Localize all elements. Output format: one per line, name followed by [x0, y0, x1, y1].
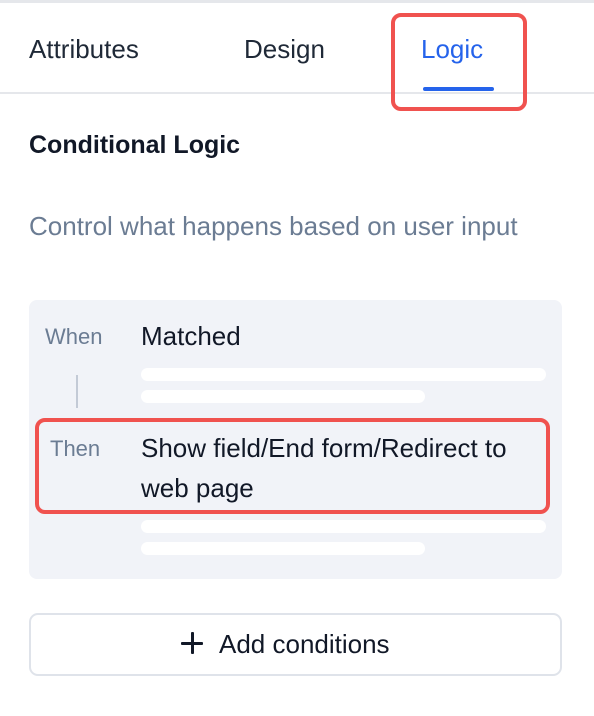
then-value: Show field/End form/Redirect to web page — [141, 433, 507, 503]
plus-icon — [181, 632, 203, 654]
when-value: Matched — [141, 321, 241, 351]
active-tab-indicator — [423, 87, 494, 91]
when-placeholder-line — [141, 390, 425, 403]
then-placeholder-line — [141, 520, 546, 533]
tab-design[interactable]: Design — [244, 32, 325, 66]
when-label: When — [45, 324, 103, 349]
section-description: Control what happens based on user input — [29, 211, 518, 241]
tab-bar: Attributes Design Logic — [0, 0, 594, 94]
when-placeholder-line — [141, 368, 546, 381]
step-connector — [76, 375, 78, 408]
then-placeholder-line — [141, 542, 425, 555]
add-conditions-label: Add conditions — [219, 629, 390, 659]
tab-logic[interactable]: Logic — [421, 32, 483, 66]
then-label: Then — [50, 436, 101, 461]
section-title: Conditional Logic — [29, 131, 241, 159]
tab-attributes[interactable]: Attributes — [29, 32, 139, 66]
